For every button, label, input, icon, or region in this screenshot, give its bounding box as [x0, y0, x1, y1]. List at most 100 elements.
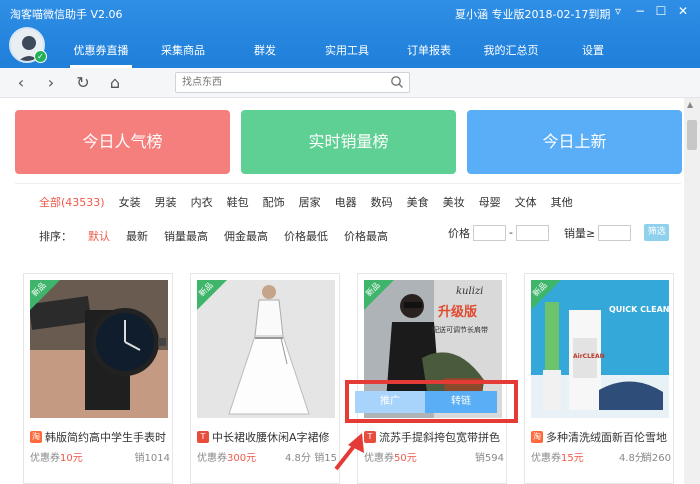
user-info: 夏小涵 专业版2018-02-17到期	[455, 6, 610, 22]
category-digital[interactable]: 数码	[371, 194, 393, 210]
spray-brand: AirCLEAN	[573, 353, 605, 360]
sort-price-low[interactable]: 价格最低	[284, 228, 328, 244]
product-image[interactable]: 新品	[197, 280, 335, 418]
close-icon[interactable]: ✕	[675, 4, 691, 18]
sort-label: 排序：	[39, 230, 72, 243]
product-title[interactable]: 淘 韩版简约高中学生手表时	[30, 429, 170, 445]
price-dash: -	[509, 226, 513, 239]
product-title[interactable]: 淘 多种清洗绒面新百伦雪地	[531, 429, 671, 445]
taobao-icon: 淘	[531, 431, 543, 443]
user-name: 夏小涵	[455, 8, 488, 21]
product-meta: 优惠券15元 4.8分 销260	[531, 449, 671, 464]
nav-tools[interactable]: 实用工具	[306, 40, 388, 68]
tmall-icon: T	[197, 431, 209, 443]
rank-realtime-sales-button[interactable]: 实时销量榜	[241, 110, 456, 174]
nav-settings[interactable]: 设置	[552, 40, 634, 68]
coupon-value: 15元	[561, 453, 584, 464]
bag-brand: kulizi	[456, 286, 483, 297]
product-sales: 销260	[641, 453, 671, 464]
price-label: 价格	[448, 226, 470, 240]
product-image[interactable]: 新品	[30, 280, 168, 418]
scrollbar[interactable]: ▲	[684, 98, 700, 484]
product-score: 4.8分	[285, 453, 311, 464]
spray-title: QUICK CLEAN	[609, 305, 669, 314]
menu-icon[interactable]: ▿	[610, 4, 626, 18]
nav-coupon-live[interactable]: 优惠券直播	[60, 40, 142, 68]
title-bar: 淘客喵微信助手 V2.06 夏小涵 专业版2018-02-17到期 ▿ − ☐ …	[0, 0, 700, 68]
category-row: 全部(43533) 女装 男装 内衣 鞋包 配饰 居家 电器 数码 美食 美妆 …	[39, 194, 587, 210]
category-stationery[interactable]: 文体	[515, 194, 537, 210]
forward-icon[interactable]: ›	[40, 72, 62, 94]
product-card[interactable]: 新品 T 中长裙收腰休闲A字裙修 优惠券300元 4.8分 销15	[190, 273, 340, 484]
bag-strap-label: 配送可调节长肩带	[432, 325, 488, 334]
sort-default[interactable]: 默认	[88, 228, 110, 244]
category-men[interactable]: 男装	[155, 194, 177, 210]
maximize-icon[interactable]: ☐	[653, 4, 669, 18]
coupon-value: 10元	[60, 453, 83, 464]
back-icon[interactable]: ‹	[10, 72, 32, 94]
product-sales: 销594	[474, 453, 504, 464]
search-input[interactable]	[176, 73, 376, 92]
main-nav: 优惠券直播 采集商品 群发 实用工具 订单报表 我的汇总页 设置	[60, 40, 634, 68]
category-appliances[interactable]: 电器	[335, 194, 357, 210]
nav-collect-goods[interactable]: 采集商品	[142, 40, 224, 68]
product-card[interactable]: kulizi 升级版 配送可调节长肩带 新品 T 流苏手提斜挎包宽带拼色 优惠券…	[357, 273, 507, 484]
price-filter: 价格 - 销量≥ 筛选	[448, 224, 670, 241]
filter-button[interactable]: 筛选	[644, 224, 670, 241]
minimize-icon[interactable]: −	[632, 4, 648, 18]
product-card[interactable]: QUICK CLEAN AirCLEAN 新品 淘 多种清洗绒面新百伦雪地 优惠…	[524, 273, 674, 484]
category-home[interactable]: 居家	[299, 194, 321, 210]
nav-mass-send[interactable]: 群发	[224, 40, 306, 68]
sales-min-input[interactable]	[598, 224, 632, 241]
rank-popular-today-button[interactable]: 今日人气榜	[15, 110, 230, 174]
app-title: 淘客喵微信助手 V2.06	[10, 8, 123, 21]
product-title[interactable]: T 流苏手提斜挎包宽带拼色	[364, 429, 504, 445]
search-box	[175, 72, 410, 93]
product-card[interactable]: 新品 淘 韩版简约高中学生手表时 优惠券10元 销1014	[23, 273, 173, 484]
bag-upgrade-label: 升级版	[438, 304, 477, 320]
price-max-input[interactable]	[515, 224, 549, 241]
sort-sales-high[interactable]: 销量最高	[164, 228, 208, 244]
category-underwear[interactable]: 内衣	[191, 194, 213, 210]
category-other[interactable]: 其他	[551, 194, 573, 210]
category-women[interactable]: 女装	[119, 194, 141, 210]
browser-toolbar: ‹ › ↻ ⌂	[0, 68, 700, 98]
category-baby[interactable]: 母婴	[479, 194, 501, 210]
sort-newest[interactable]: 最新	[126, 228, 148, 244]
category-accessories[interactable]: 配饰	[263, 194, 285, 210]
convert-link-button[interactable]: 转链	[425, 391, 497, 413]
refresh-icon[interactable]: ↻	[72, 72, 94, 94]
product-sales: 销1014	[134, 453, 170, 464]
rank-new-today-button[interactable]: 今日上新	[467, 110, 682, 174]
sort-price-high[interactable]: 价格最高	[344, 228, 388, 244]
coupon-value: 300元	[227, 453, 257, 464]
red-arrow-icon	[334, 433, 364, 471]
home-icon[interactable]: ⌂	[104, 72, 126, 94]
highlight-box: 推广 转链	[345, 380, 518, 423]
category-beauty[interactable]: 美妆	[443, 194, 465, 210]
product-image[interactable]: QUICK CLEAN AirCLEAN 新品	[531, 280, 669, 418]
scroll-thumb[interactable]	[687, 120, 697, 150]
taobao-icon: 淘	[30, 431, 42, 443]
category-all[interactable]: 全部(43533)	[39, 194, 105, 210]
promote-button[interactable]: 推广	[355, 391, 425, 413]
sort-row: 排序： 默认 最新 销量最高 佣金最高 价格最低 价格最高	[39, 228, 404, 244]
product-meta: 优惠券300元 4.8分 销15	[197, 449, 337, 464]
filter-panel: 全部(43533) 女装 男装 内衣 鞋包 配饰 居家 电器 数码 美食 美妆 …	[15, 183, 681, 253]
category-shoes-bags[interactable]: 鞋包	[227, 194, 249, 210]
nav-my-summary[interactable]: 我的汇总页	[470, 40, 552, 68]
sales-min-label: 销量≥	[563, 226, 596, 240]
scroll-up-icon[interactable]: ▲	[687, 100, 693, 109]
version-info: 专业版2018-02-17到期	[491, 8, 611, 21]
category-food[interactable]: 美食	[407, 194, 429, 210]
content-area: 今日人气榜 实时销量榜 今日上新 全部(43533) 女装 男装 内衣 鞋包 配…	[0, 98, 684, 484]
product-meta: 优惠券50元 销594	[364, 449, 504, 464]
product-title[interactable]: T 中长裙收腰休闲A字裙修	[197, 429, 337, 445]
product-meta: 优惠券10元 销1014	[30, 449, 170, 464]
coupon-value: 50元	[394, 453, 417, 464]
price-min-input[interactable]	[473, 224, 506, 241]
sort-commission-high[interactable]: 佣金最高	[224, 228, 268, 244]
verified-badge-icon: ✓	[34, 50, 47, 63]
nav-order-report[interactable]: 订单报表	[388, 40, 470, 68]
search-icon[interactable]	[390, 75, 404, 89]
